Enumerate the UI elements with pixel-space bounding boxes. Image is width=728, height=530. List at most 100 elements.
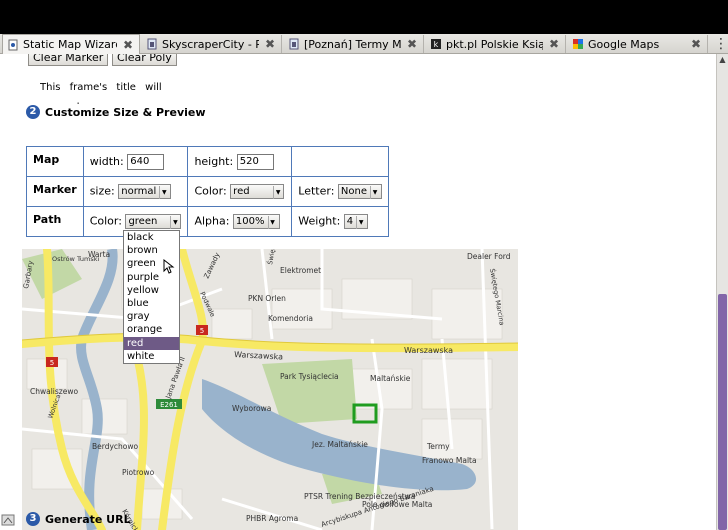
label-jez: Jez. Maltańskie (311, 440, 368, 449)
map-preview[interactable]: 5 5 E261 Warta Ostrów Tumski Elektromet … (22, 249, 518, 530)
label-piotrowo: Piotrowo (122, 468, 155, 477)
path-alpha-select[interactable]: 100% ▼ (232, 214, 280, 229)
height-cell: height: 520 (187, 146, 293, 177)
label-phbr: PHBR Agroma (246, 514, 298, 523)
tab-poznan-termy[interactable]: [Poznań] Termy M... ✖ (284, 35, 424, 53)
tab-label: SkyscraperCity - R... (162, 37, 259, 51)
width-label: width: (89, 154, 124, 168)
label-park: Park Tysiąclecia (280, 372, 339, 381)
dropdown-option-orange[interactable]: orange (124, 323, 179, 336)
label-wyborowa: Wyborowa (232, 404, 271, 413)
select-value: red (233, 186, 250, 197)
marker-row: Marker size: normal ▼ Color: red ▼ Letter:… (26, 176, 389, 207)
route-badge-text: 5 (50, 359, 54, 367)
step-generate: 3 Generate URL (26, 512, 131, 526)
marker-letter-label: Letter: (298, 184, 335, 198)
clear-marker-button[interactable]: Clear Marker (28, 54, 109, 66)
dropdown-option-brown[interactable]: brown (124, 244, 179, 257)
path-color-label: Color: (89, 214, 122, 228)
clear-poly-button[interactable]: Clear Poly (112, 54, 177, 66)
label-komendoria: Komendoria (268, 314, 313, 323)
marker-color-label: Color: (194, 184, 227, 198)
tab-strip: Static Map Wizard ✖ SkyscraperCity - R..… (0, 34, 728, 54)
label-termy: Termy (426, 442, 450, 451)
marker-size-cell: size: normal ▼ (82, 176, 189, 207)
path-color-select[interactable]: green ▼ (125, 214, 182, 229)
chevron-down-icon: ▼ (159, 186, 168, 199)
tab-skyscrapercity[interactable]: SkyscraperCity - R... ✖ (142, 35, 282, 53)
marker-size-select[interactable]: normal ▼ (118, 184, 172, 199)
tab-static-map-wizard[interactable]: Static Map Wizard ✖ (2, 34, 140, 54)
close-tab-icon[interactable]: ✖ (121, 38, 135, 52)
select-value: normal (121, 186, 157, 197)
label-maltanskie: Maltańskie (370, 374, 411, 383)
options-table: Map width: 640 height: 520 Marker size: … (26, 146, 389, 237)
dropdown-option-yellow[interactable]: yellow (124, 284, 179, 297)
dropdown-option-black[interactable]: black (124, 231, 179, 244)
marker-heading: Marker (26, 176, 84, 207)
page-icon (288, 38, 300, 50)
step-number-badge: 2 (26, 105, 40, 119)
pkt-icon: k (430, 38, 442, 50)
dropdown-option-blue[interactable]: blue (124, 297, 179, 310)
tab-label: Static Map Wizard (23, 38, 117, 51)
height-input[interactable]: 520 (236, 153, 274, 170)
label-berdychowo: Berdychowo (92, 442, 139, 451)
route-badge-text: E261 (160, 401, 178, 409)
route-badge-text: 5 (200, 327, 204, 335)
chevron-down-icon: ▼ (273, 186, 282, 199)
label-dealer-ford: Dealer Ford (467, 252, 511, 261)
empty-cell (291, 146, 389, 177)
page-icon (146, 38, 158, 50)
path-weight-label: Weight: (298, 214, 341, 228)
page-content: Clear Marker Clear Poly This frame's tit… (0, 54, 716, 530)
label-elektromet: Elektromet (280, 266, 321, 275)
width-input[interactable]: 640 (127, 153, 165, 170)
step-title: Customize Size & Preview (45, 105, 206, 119)
width-cell: width: 640 (82, 146, 189, 177)
marker-letter-cell: Letter: None ▼ (291, 176, 389, 207)
height-label: height: (194, 154, 234, 168)
google-icon (572, 38, 584, 50)
dropdown-option-gray[interactable]: gray (124, 310, 179, 323)
tab-label: pkt.pl Polskie Ksią... (446, 37, 543, 51)
mouse-cursor-icon (163, 259, 175, 274)
step-title: Generate URL (45, 512, 131, 526)
label-franowo: Franowo Malta (422, 456, 477, 465)
status-bar-icon (0, 512, 16, 528)
path-weight-cell: Weight: 4 ▼ (291, 206, 389, 237)
path-weight-select[interactable]: 4 ▼ (343, 214, 369, 229)
close-tab-icon[interactable]: ✖ (547, 37, 561, 51)
route-badge-e261: E261 (156, 399, 182, 409)
tab-google-maps[interactable]: Google Maps ✖ (568, 35, 708, 53)
step-customize: 2 Customize Size & Preview (26, 105, 206, 119)
route-badge-5: 5 (46, 357, 58, 367)
marker-letter-select[interactable]: None ▼ (337, 184, 382, 199)
path-heading: Path (26, 206, 84, 237)
select-value: green (128, 216, 158, 227)
tab-pkt[interactable]: k pkt.pl Polskie Ksią... ✖ (426, 35, 566, 53)
select-value: None (340, 186, 367, 197)
tabs-menu-icon[interactable]: ⋮ (714, 34, 728, 54)
window-top-bar (0, 0, 728, 34)
chevron-down-icon: ▼ (370, 186, 379, 199)
select-value: 4 (346, 216, 354, 227)
tab-label: Google Maps (588, 37, 660, 51)
select-value: 100% (235, 216, 265, 227)
dropdown-option-white[interactable]: white (124, 350, 179, 363)
scrollbar-thumb[interactable] (718, 294, 727, 530)
scroll-up-arrow-icon[interactable]: ▲ (717, 54, 728, 66)
map-heading: Map (26, 146, 84, 177)
close-tab-icon[interactable]: ✖ (263, 37, 277, 51)
marker-color-select[interactable]: red ▼ (230, 184, 285, 199)
tab-label: [Poznań] Termy M... (304, 37, 401, 51)
vertical-scrollbar[interactable]: ▲ (716, 54, 728, 530)
path-color-dropdown[interactable]: black brown green purple yellow blue gra… (123, 230, 180, 364)
close-tab-icon[interactable]: ✖ (405, 37, 419, 51)
map-canvas: 5 5 E261 Warta Ostrów Tumski Elektromet … (22, 249, 518, 530)
marker-size-label: size: (89, 184, 115, 198)
label-warszawska-2: Warszawska (404, 346, 453, 355)
close-tab-icon[interactable]: ✖ (689, 37, 703, 51)
dropdown-option-red[interactable]: red (124, 336, 179, 350)
step-number-badge: 3 (26, 512, 40, 526)
